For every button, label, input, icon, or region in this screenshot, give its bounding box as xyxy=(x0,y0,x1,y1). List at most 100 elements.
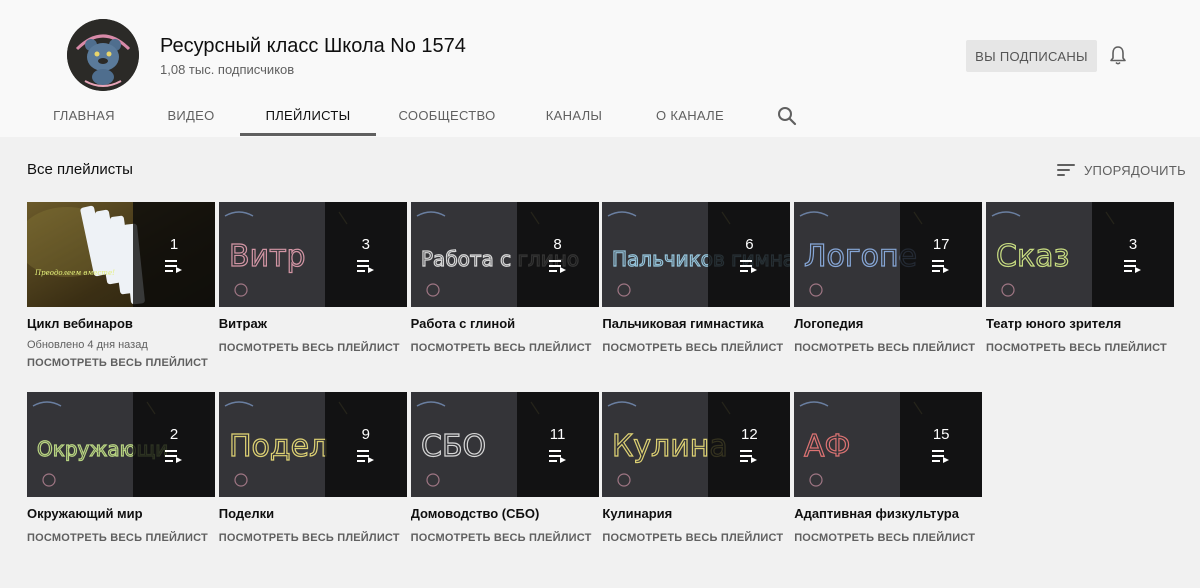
video-count: 2 xyxy=(169,426,179,443)
section-title: Все плейлисты xyxy=(27,161,133,178)
playlist-count-overlay: 1 xyxy=(133,202,215,307)
thumbnail-caption: АФ xyxy=(804,429,850,464)
playlist-thumbnail[interactable]: Работа с глино 8 xyxy=(410,202,599,307)
playlist-thumbnail[interactable]: Витр 3 xyxy=(218,202,407,307)
playlist-count-overlay: 12 xyxy=(708,392,791,497)
subscribed-button[interactable]: ВЫ ПОДПИСАНЫ xyxy=(966,40,1097,72)
playlist-card: Сказ 3 Театр юного зрителя ПОСМОТРЕТЬ ВЕСЬ … xyxy=(986,202,1174,354)
view-full-playlist-link[interactable]: ПОСМОТРЕТЬ ВЕСЬ ПЛЕЙЛИСТ xyxy=(411,532,599,544)
notification-bell-icon[interactable] xyxy=(1106,44,1130,68)
playlist-icon xyxy=(165,260,182,273)
playlist-title[interactable]: Цикл вебинаров xyxy=(27,316,215,331)
view-full-playlist-link[interactable]: ПОСМОТРЕТЬ ВЕСЬ ПЛЕЙЛИСТ xyxy=(602,532,790,544)
playlist-thumbnail[interactable]: Подел 9 xyxy=(218,392,407,497)
video-count: 9 xyxy=(361,426,370,443)
channel-header: Ресурсный класс Школа No 1574 1,08 тыс. … xyxy=(0,0,1200,137)
playlist-icon xyxy=(165,450,182,463)
playlist-card: АФ 15 Адаптивная физкультура ПОСМОТРЕТЬ ВЕС… xyxy=(794,392,983,544)
playlist-count-overlay: 3 xyxy=(324,202,407,307)
playlist-count-overlay: 17 xyxy=(900,202,983,307)
playlist-card: Пальчиков гимна 6 Пальчиковая гимнастика ПО… xyxy=(602,202,791,354)
playlist-title[interactable]: Поделки xyxy=(219,506,407,521)
playlist-count-overlay: 15 xyxy=(900,392,983,497)
thumbnail-caption: Подел xyxy=(229,429,328,464)
playlist-title[interactable]: Театр юного зрителя xyxy=(986,316,1174,331)
video-count: 15 xyxy=(932,426,950,443)
playlist-title[interactable]: Домоводство (СБО) xyxy=(411,506,599,521)
playlist-count-overlay: 8 xyxy=(516,202,599,307)
playlist-count-overlay: 11 xyxy=(516,392,599,497)
playlist-count-overlay: 3 xyxy=(1092,202,1174,307)
playlist-thumbnail[interactable]: Преодолеем вместе! 1 xyxy=(27,202,215,307)
playlist-icon xyxy=(548,450,566,463)
thumbnail-caption: Сказ xyxy=(996,239,1069,274)
playlist-thumbnail[interactable]: АФ 15 xyxy=(794,392,983,497)
playlist-thumbnail[interactable]: Сказ 3 xyxy=(986,202,1174,307)
channel-avatar[interactable] xyxy=(67,19,139,91)
view-full-playlist-link[interactable]: ПОСМОТРЕТЬ ВЕСЬ ПЛЕЙЛИСТ xyxy=(219,342,407,354)
playlist-icon xyxy=(1124,260,1141,273)
playlist-icon xyxy=(356,450,374,463)
channel-name[interactable]: Ресурсный класс Школа No 1574 xyxy=(160,35,466,58)
search-icon[interactable] xyxy=(775,104,799,128)
playlist-icon xyxy=(740,450,758,463)
tab-playlists[interactable]: ПЛЕЙЛИСТЫ xyxy=(240,94,376,136)
tab-channels[interactable]: КАНАЛЫ xyxy=(532,94,616,136)
playlist-title[interactable]: Адаптивная физкультура xyxy=(794,506,982,521)
sort-button[interactable]: УПОРЯДОЧИТЬ xyxy=(1056,158,1186,182)
playlist-title[interactable]: Работа с глиной xyxy=(411,316,599,331)
tab-about[interactable]: О КАНАЛЕ xyxy=(645,94,735,136)
view-full-playlist-link[interactable]: ПОСМОТРЕТЬ ВЕСЬ ПЛЕЙЛИСТ xyxy=(602,342,790,354)
video-count: 11 xyxy=(549,426,566,443)
updated-label: Обновлено 4 дня назад xyxy=(27,339,148,351)
video-count: 3 xyxy=(1128,236,1138,253)
playlist-count-overlay: 2 xyxy=(133,392,215,497)
video-count: 8 xyxy=(553,236,562,253)
video-count: 1 xyxy=(169,236,179,253)
playlist-icon xyxy=(932,260,950,273)
playlist-card: Преодолеем вместе! 1 Цикл вебинаров Обновле… xyxy=(27,202,215,369)
playlist-title[interactable]: Пальчиковая гимнастика xyxy=(602,316,790,331)
view-full-playlist-link[interactable]: ПОСМОТРЕТЬ ВЕСЬ ПЛЕЙЛИСТ xyxy=(986,342,1174,354)
playlist-card: Окружающи 2 Окружающий мир ПОСМОТРЕТЬ ВЕСЬ … xyxy=(27,392,215,544)
view-full-playlist-link[interactable]: ПОСМОТРЕТЬ ВЕСЬ ПЛЕЙЛИСТ xyxy=(794,532,982,544)
view-full-playlist-link[interactable]: ПОСМОТРЕТЬ ВЕСЬ ПЛЕЙЛИСТ xyxy=(27,357,215,369)
playlist-thumbnail[interactable]: Пальчиков гимна 6 xyxy=(602,202,791,307)
sort-icon xyxy=(1057,164,1075,176)
playlist-card: СБО 11 Домоводство (СБО) ПОСМОТРЕТЬ ВЕСЬ ПЛ… xyxy=(410,392,599,544)
tab-home[interactable]: ГЛАВНАЯ xyxy=(40,94,128,136)
playlist-title[interactable]: Логопедия xyxy=(794,316,982,331)
tab-community[interactable]: СООБЩЕСТВО xyxy=(392,94,502,136)
playlist-icon xyxy=(356,260,374,273)
video-count: 12 xyxy=(741,426,758,443)
playlist-card: Работа с глино 8 Работа с глиной ПОСМОТРЕТЬ… xyxy=(410,202,599,354)
sort-label: УПОРЯДОЧИТЬ xyxy=(1084,162,1186,178)
playlist-thumbnail[interactable]: СБО 11 xyxy=(410,392,599,497)
playlist-icon xyxy=(740,260,758,273)
tab-videos[interactable]: ВИДЕО xyxy=(156,94,226,136)
bear-logo-icon xyxy=(67,19,139,91)
view-full-playlist-link[interactable]: ПОСМОТРЕТЬ ВЕСЬ ПЛЕЙЛИСТ xyxy=(219,532,407,544)
playlist-card: Витр 3 Витраж ПОСМОТРЕТЬ ВЕСЬ ПЛЕЙЛИСТ xyxy=(218,202,407,354)
playlist-title[interactable]: Окружающий мир xyxy=(27,506,215,521)
video-count: 6 xyxy=(745,236,754,253)
view-full-playlist-link[interactable]: ПОСМОТРЕТЬ ВЕСЬ ПЛЕЙЛИСТ xyxy=(794,342,982,354)
view-full-playlist-link[interactable]: ПОСМОТРЕТЬ ВЕСЬ ПЛЕЙЛИСТ xyxy=(27,532,215,544)
view-full-playlist-link[interactable]: ПОСМОТРЕТЬ ВЕСЬ ПЛЕЙЛИСТ xyxy=(411,342,599,354)
playlist-card: Логопе 17 Логопедия ПОСМОТРЕТЬ ВЕСЬ ПЛЕЙЛИС… xyxy=(794,202,983,354)
playlist-thumbnail[interactable]: Логопе 17 xyxy=(794,202,983,307)
thumbnail-caption: Витр xyxy=(229,239,306,274)
playlist-icon xyxy=(932,450,950,463)
subscriber-count: 1,08 тыс. подписчиков xyxy=(160,62,295,77)
playlist-thumbnail[interactable]: Окружающи 2 xyxy=(27,392,215,497)
video-count: 3 xyxy=(361,236,370,253)
playlist-count-overlay: 6 xyxy=(708,202,791,307)
playlist-title[interactable]: Кулинария xyxy=(602,506,790,521)
playlist-thumbnail[interactable]: Кулина 12 xyxy=(602,392,791,497)
thumbnail-caption: СБО xyxy=(421,429,486,464)
playlist-card: Кулина 12 Кулинария ПОСМОТРЕТЬ ВЕСЬ ПЛЕЙЛИС… xyxy=(602,392,791,544)
playlist-icon xyxy=(548,260,566,273)
playlist-title[interactable]: Витраж xyxy=(219,316,407,331)
thumbnail-caption: Преодолеем вместе! xyxy=(34,269,115,277)
playlist-count-overlay: 9 xyxy=(324,392,407,497)
